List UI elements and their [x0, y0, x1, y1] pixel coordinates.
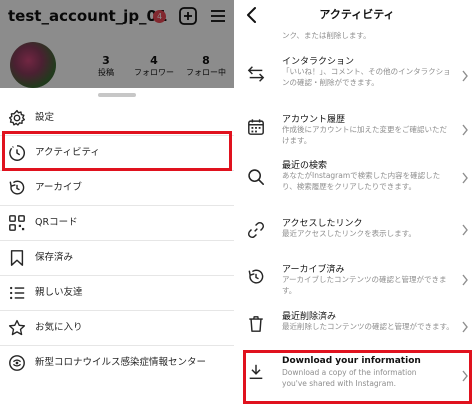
- menu-item-label: 設定: [35, 112, 55, 123]
- menu-item-close-friends[interactable]: 親しい友達: [0, 276, 234, 310]
- search-icon: [248, 169, 265, 186]
- menu-item-label: 保存済み: [35, 252, 74, 263]
- dim-overlay[interactable]: [0, 0, 234, 88]
- right-screen: アクティビティ ンク、または削除します。 インタラクション 「いいね！」、コメン…: [240, 0, 474, 407]
- menu-item-saved[interactable]: 保存済み: [0, 241, 234, 275]
- menu-item-label: 親しい友達: [35, 287, 83, 298]
- bookmark-icon: [10, 250, 24, 266]
- menu-item-covid-info[interactable]: 新型コロナウイルス感染症情報センター: [0, 346, 234, 380]
- activity-header: アクティビティ: [240, 0, 474, 30]
- menu-item-label: アーカイブ: [35, 182, 82, 193]
- row-description: 最近アクセスしたリンクを表示します。: [282, 229, 416, 238]
- link-icon: [247, 221, 265, 239]
- row-description: ンク、または削除します。: [282, 31, 371, 40]
- trash-icon: [249, 316, 263, 332]
- chevron-right-icon: [462, 124, 468, 136]
- calendar-icon: [248, 119, 264, 135]
- interaction-arrows-icon: [247, 66, 265, 82]
- sheet-handle[interactable]: [98, 93, 136, 97]
- left-screen: test_account_jp_01 4 3 投稿 4 フォロワー 8 フォロー…: [0, 0, 234, 407]
- list-item-recently-deleted[interactable]: 最近削除済み 最近削除したコンテンツの確認と管理ができます。: [240, 305, 474, 349]
- row-description: 最近削除したコンテンツの確認と管理ができます。: [282, 322, 454, 331]
- list-item-archived[interactable]: アーカイブ済み アーカイブしたコンテンツの確認と管理ができます。: [240, 258, 474, 302]
- list-item-visited-links[interactable]: アクセスしたリンク 最近アクセスしたリンクを表示します。: [240, 212, 474, 248]
- menu-item-favorites[interactable]: お気に入り: [0, 311, 234, 345]
- profile-header: test_account_jp_01 4 3 投稿 4 フォロワー 8 フォロー…: [0, 0, 234, 88]
- chevron-right-icon: [462, 172, 468, 184]
- qr-code-icon: [9, 215, 25, 231]
- archive-icon: [9, 180, 25, 195]
- chevron-right-icon: [462, 224, 468, 236]
- close-friends-list-icon: [9, 286, 25, 300]
- chevron-right-icon: [462, 321, 468, 333]
- row-description: 作成後にアカウントに加えた変更をご確認いただけます。: [282, 125, 447, 145]
- chevron-right-icon: [462, 70, 468, 82]
- covid-info-icon: [9, 355, 25, 371]
- back-arrow-icon[interactable]: [244, 6, 260, 24]
- list-item-interactions[interactable]: インタラクション 「いいね！」、コメント、その他のインタラクションの確認・削除が…: [240, 50, 474, 102]
- row-description: あなたがInstagramで検索した内容を確認したり、検索履歴をクリアしたりでき…: [282, 171, 441, 191]
- menu-item-archive[interactable]: アーカイブ: [0, 171, 234, 205]
- highlight-box-activity: [2, 131, 232, 171]
- menu-item-qr-code[interactable]: QRコード: [0, 206, 234, 240]
- chevron-right-icon: [462, 274, 468, 286]
- list-item-recent-searches[interactable]: 最近の検索 あなたがInstagramで検索した内容を確認したり、検索履歴をクリ…: [240, 154, 474, 204]
- menu-item-label: QRコード: [35, 217, 78, 228]
- archive-icon: [248, 269, 264, 284]
- row-description: アーカイブしたコンテンツの確認と管理ができます。: [282, 275, 447, 295]
- menu-item-label: 新型コロナウイルス感染症情報センター: [35, 357, 207, 368]
- highlight-box-download: [243, 350, 472, 404]
- row-description: 「いいね！」、コメント、その他のインタラクションの確認・削除ができます。: [282, 67, 451, 87]
- page-title: アクティビティ: [319, 8, 395, 21]
- list-item-partial[interactable]: ンク、または削除します。: [240, 30, 474, 46]
- gear-icon: [8, 109, 26, 126]
- menu-item-settings[interactable]: 設定: [0, 101, 234, 135]
- menu-item-label: お気に入り: [35, 322, 83, 333]
- star-icon: [8, 319, 26, 336]
- list-item-account-history[interactable]: アカウント履歴 作成後にアカウントに加えた変更をご確認いただけます。: [240, 108, 474, 152]
